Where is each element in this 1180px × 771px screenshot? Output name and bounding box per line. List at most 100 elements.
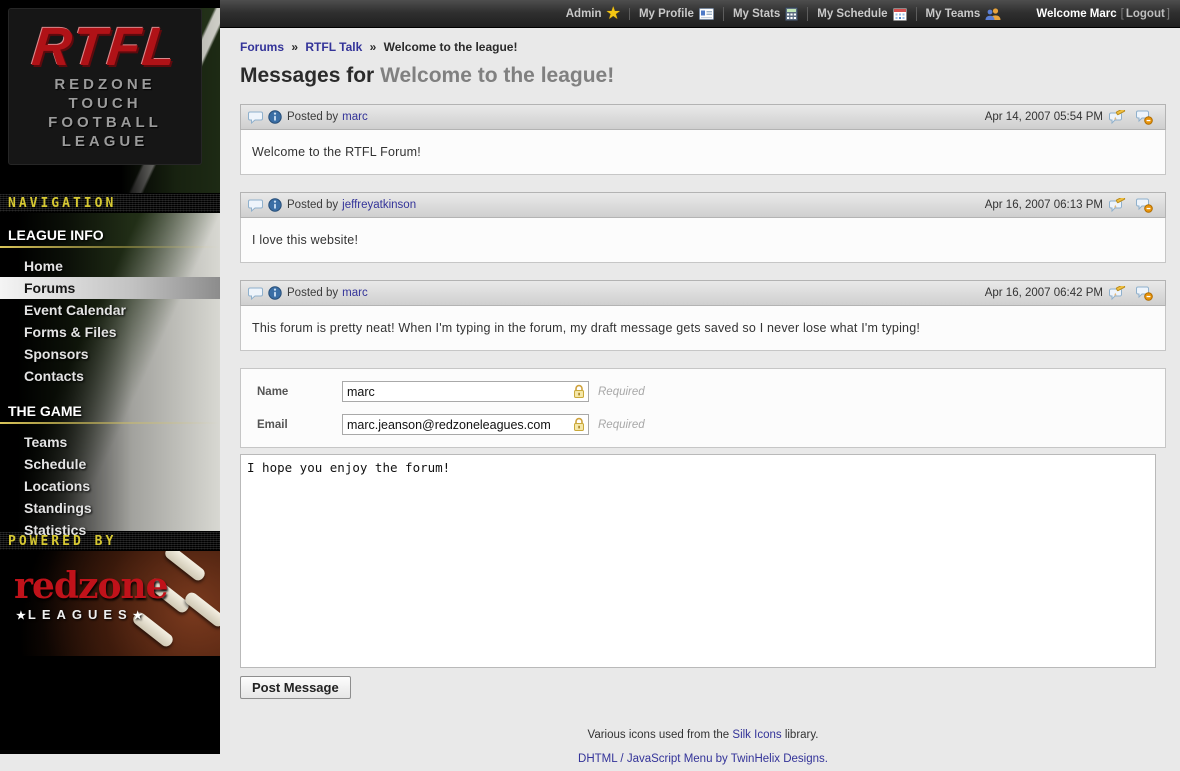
logout-link[interactable]: Logout xyxy=(1124,8,1167,20)
navigation-banner: NAVIGATION xyxy=(0,193,220,213)
rtfl-logo-line: REDZONE xyxy=(9,75,201,94)
sidebar-item-teams[interactable]: Teams xyxy=(0,431,220,453)
message-header: Posted by marc Apr 14, 2007 05:54 PM xyxy=(240,104,1166,130)
post-form: Name Required Email Required xyxy=(240,368,1166,448)
breadcrumb-separator: » xyxy=(366,40,381,54)
logout-bracket: ] xyxy=(1167,8,1170,20)
redzone-wordmark: redzone xyxy=(14,569,168,603)
post-message-button[interactable]: Post Message xyxy=(240,676,351,699)
rtfl-logo-line: FOOTBALL xyxy=(9,113,201,132)
section-title-league-info: LEAGUE INFO xyxy=(0,223,220,243)
group-icon xyxy=(985,7,1001,21)
email-label: Email xyxy=(257,419,342,431)
section-rule xyxy=(0,422,220,424)
comment-icon[interactable] xyxy=(248,199,263,212)
forum-message: Posted by jeffreyatkinson Apr 16, 2007 0… xyxy=(240,192,1166,263)
info-icon[interactable] xyxy=(268,198,282,212)
message-header: Posted by jeffreyatkinson Apr 16, 2007 0… xyxy=(240,192,1166,218)
footer: Various icons used from the Silk Icons l… xyxy=(240,723,1166,771)
breadcrumb-rtfl-talk[interactable]: RTFL Talk xyxy=(305,40,362,54)
rtfl-logo[interactable]: RTFL REDZONE TOUCH FOOTBALL LEAGUE xyxy=(8,8,202,165)
sidebar-menu: LEAGUE INFO Home Forums Event Calendar F… xyxy=(0,213,220,531)
calculator-icon xyxy=(785,7,798,21)
sidebar-logo-area: RTFL REDZONE TOUCH FOOTBALL LEAGUE xyxy=(0,8,220,193)
lock-icon xyxy=(572,417,586,432)
author-link[interactable]: marc xyxy=(342,287,368,299)
message-body: Welcome to the RTFL Forum! xyxy=(240,130,1166,175)
message-textarea[interactable]: I hope you enjoy the forum! xyxy=(240,454,1156,668)
posted-by-label: Posted by xyxy=(287,111,338,123)
footer-line-icons: Various icons used from the Silk Icons l… xyxy=(240,723,1166,747)
main-content: Forums » RTFL Talk » Welcome to the leag… xyxy=(220,28,1180,754)
comment-edit-icon[interactable] xyxy=(1109,198,1126,213)
message-body: I love this website! xyxy=(240,218,1166,263)
sidebar: RTFL REDZONE TOUCH FOOTBALL LEAGUE NAVIG… xyxy=(0,0,220,754)
sidebar-item-forums[interactable]: Forums xyxy=(0,277,220,299)
comment-edit-icon[interactable] xyxy=(1109,110,1126,125)
sidebar-item-sponsors[interactable]: Sponsors xyxy=(0,343,220,365)
message-actions xyxy=(1109,198,1158,213)
breadcrumb-current: Welcome to the league! xyxy=(384,40,518,54)
redzone-leagues-label: ★LEAGUES★ xyxy=(16,607,145,622)
author-link[interactable]: jeffreyatkinson xyxy=(342,199,416,211)
sidebar-item-home[interactable]: Home xyxy=(0,255,220,277)
required-label: Required xyxy=(598,386,645,398)
email-input[interactable] xyxy=(342,414,589,435)
star-icon: ★ xyxy=(607,7,620,21)
message-actions xyxy=(1109,286,1158,301)
sidebar-item-forms-files[interactable]: Forms & Files xyxy=(0,321,220,343)
topbar: Admin ★ My Profile My Stats My Schedule … xyxy=(220,0,1180,28)
dhtml-menu-link[interactable]: DHTML / JavaScript Menu xyxy=(578,753,712,765)
message-date: Apr 14, 2007 05:54 PM xyxy=(985,111,1103,123)
section-rule xyxy=(0,246,220,248)
welcome-text: Welcome Marc xyxy=(1032,8,1120,20)
topbar-my-stats[interactable]: My Stats xyxy=(723,7,807,21)
name-input[interactable] xyxy=(342,381,589,402)
author-link[interactable]: marc xyxy=(342,111,368,123)
page-title: Messages for Welcome to the league! xyxy=(240,64,1166,88)
rtfl-logo-line: TOUCH xyxy=(9,94,201,113)
posted-by-label: Posted by xyxy=(287,199,338,211)
sidebar-item-schedule[interactable]: Schedule xyxy=(0,453,220,475)
name-label: Name xyxy=(257,386,342,398)
calendar-icon xyxy=(893,7,907,21)
comment-icon[interactable] xyxy=(248,111,263,124)
comment-edit-icon[interactable] xyxy=(1109,286,1126,301)
sidebar-item-event-calendar[interactable]: Event Calendar xyxy=(0,299,220,321)
page-title-topic: Welcome to the league! xyxy=(380,64,614,87)
twinhelix-link[interactable]: TwinHelix Designs xyxy=(731,753,825,765)
message-date: Apr 16, 2007 06:42 PM xyxy=(985,287,1103,299)
info-icon[interactable] xyxy=(268,110,282,124)
football-lace xyxy=(183,590,220,629)
required-label: Required xyxy=(598,419,645,431)
topbar-my-teams[interactable]: My Teams xyxy=(916,7,1011,21)
message-header: Posted by marc Apr 16, 2007 06:42 PM xyxy=(240,280,1166,306)
name-row: Name Required xyxy=(257,381,1165,402)
sidebar-item-standings[interactable]: Standings xyxy=(0,497,220,519)
star-glyph: ★ xyxy=(133,610,145,622)
breadcrumb-separator: » xyxy=(287,40,302,54)
forum-message: Posted by marc Apr 16, 2007 06:42 PM Thi… xyxy=(240,280,1166,351)
sidebar-item-locations[interactable]: Locations xyxy=(0,475,220,497)
comment-delete-icon[interactable] xyxy=(1136,198,1153,213)
comment-delete-icon[interactable] xyxy=(1136,110,1153,125)
topbar-admin[interactable]: Admin ★ xyxy=(557,7,629,21)
topbar-my-profile[interactable]: My Profile xyxy=(629,8,723,20)
posted-by-label: Posted by xyxy=(287,287,338,299)
comment-icon[interactable] xyxy=(248,287,263,300)
message-date: Apr 16, 2007 06:13 PM xyxy=(985,199,1103,211)
section-title-the-game: THE GAME xyxy=(0,399,220,419)
silk-icons-link[interactable]: Silk Icons xyxy=(732,729,781,741)
vcard-icon xyxy=(699,8,714,20)
breadcrumb-forums[interactable]: Forums xyxy=(240,40,284,54)
star-glyph: ★ xyxy=(16,610,28,622)
footer-line-menu: DHTML / JavaScript Menu by TwinHelix Des… xyxy=(240,747,1166,771)
powered-by-banner: POWERED BY xyxy=(0,531,220,551)
lock-icon xyxy=(572,384,586,399)
message-actions xyxy=(1109,110,1158,125)
sidebar-item-contacts[interactable]: Contacts xyxy=(0,365,220,387)
redzone-leagues-logo[interactable]: redzone ★LEAGUES★ xyxy=(0,551,220,656)
comment-delete-icon[interactable] xyxy=(1136,286,1153,301)
topbar-my-schedule[interactable]: My Schedule xyxy=(807,7,915,21)
info-icon[interactable] xyxy=(268,286,282,300)
